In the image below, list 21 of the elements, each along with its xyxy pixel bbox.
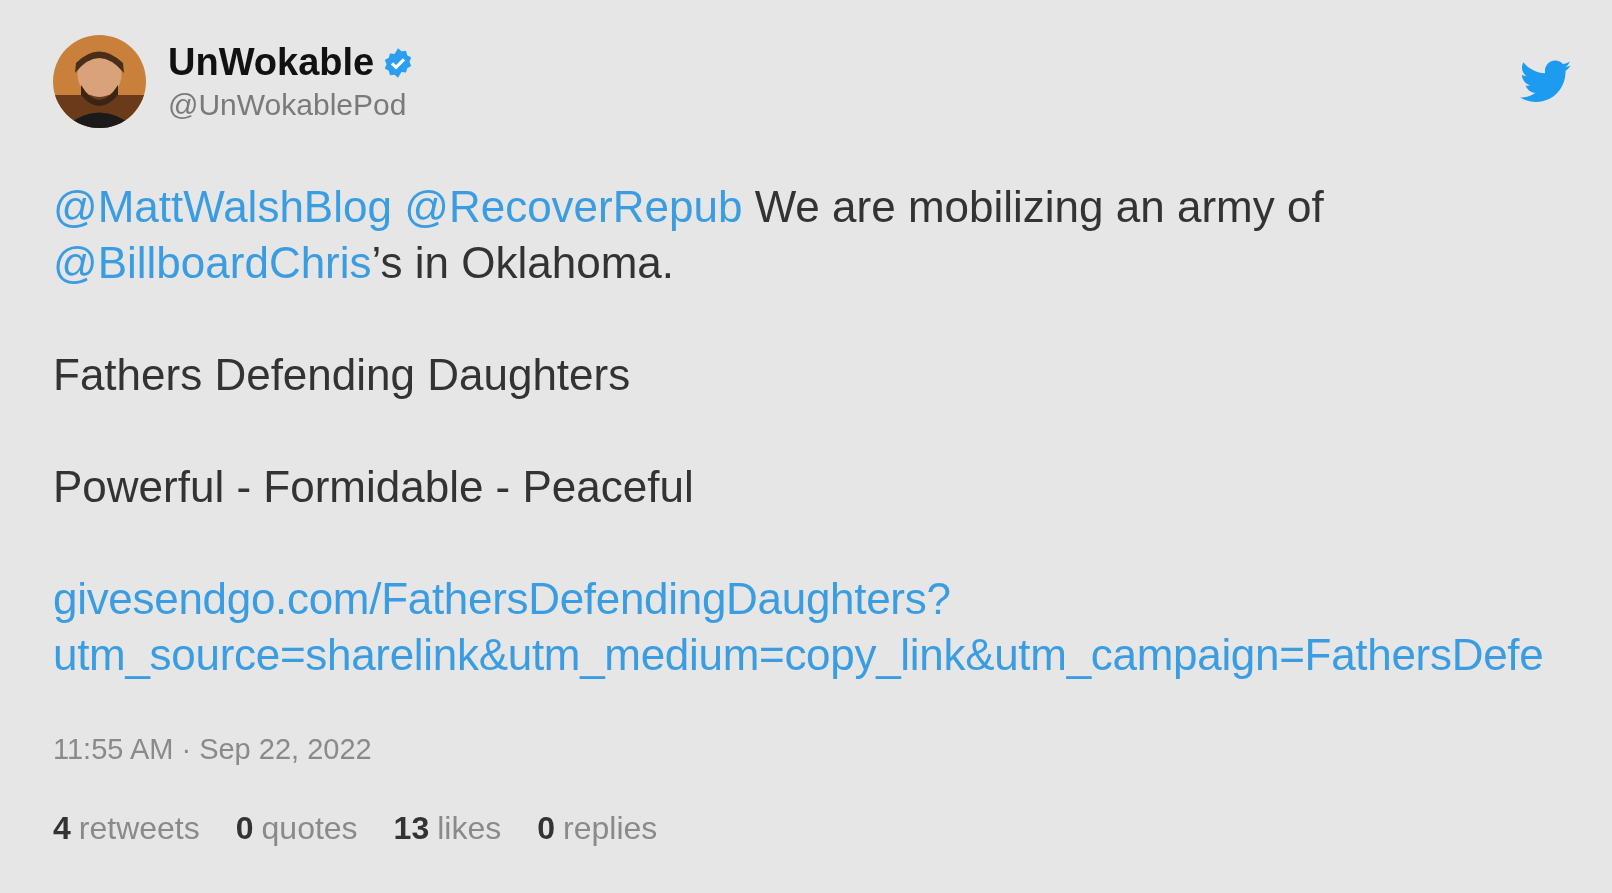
stat-label: quotes xyxy=(261,810,358,847)
stat-count: 13 xyxy=(393,810,430,847)
tweet-text: Powerful - Formidable - Peaceful xyxy=(53,462,694,511)
url-link[interactable]: utm_source=sharelink&utm_medium=copy_link&utm_campaign=FathersDefe xyxy=(53,630,1544,679)
mention-link[interactable]: @BillboardChris xyxy=(53,238,372,287)
stat-count: 0 xyxy=(537,810,555,847)
mention-link[interactable]: @MattWalshBlog xyxy=(53,182,392,231)
stat-label: likes xyxy=(437,810,502,847)
author-name: UnWokable xyxy=(168,41,375,84)
stat-count: 4 xyxy=(53,810,71,847)
stat-count: 0 xyxy=(235,810,254,847)
url-link[interactable]: givesendgo.com/FathersDefendingDaughters? xyxy=(53,574,951,623)
stat-label: retweets xyxy=(78,810,200,847)
tweet-text: Fathers Defending Daughters xyxy=(53,350,631,399)
mention-link[interactable]: @RecoverRepub xyxy=(404,182,743,231)
author-handle: @UnWokablePod xyxy=(168,88,408,122)
tweet-text: ’s in Oklahoma. xyxy=(371,238,674,287)
timestamp: 11:55 AM · Sep 22, 2022 xyxy=(53,733,373,766)
tweet-text: We are mobilizing an army of xyxy=(753,182,1324,231)
stat-label: replies xyxy=(563,810,658,847)
bird-icon xyxy=(1520,60,1572,104)
